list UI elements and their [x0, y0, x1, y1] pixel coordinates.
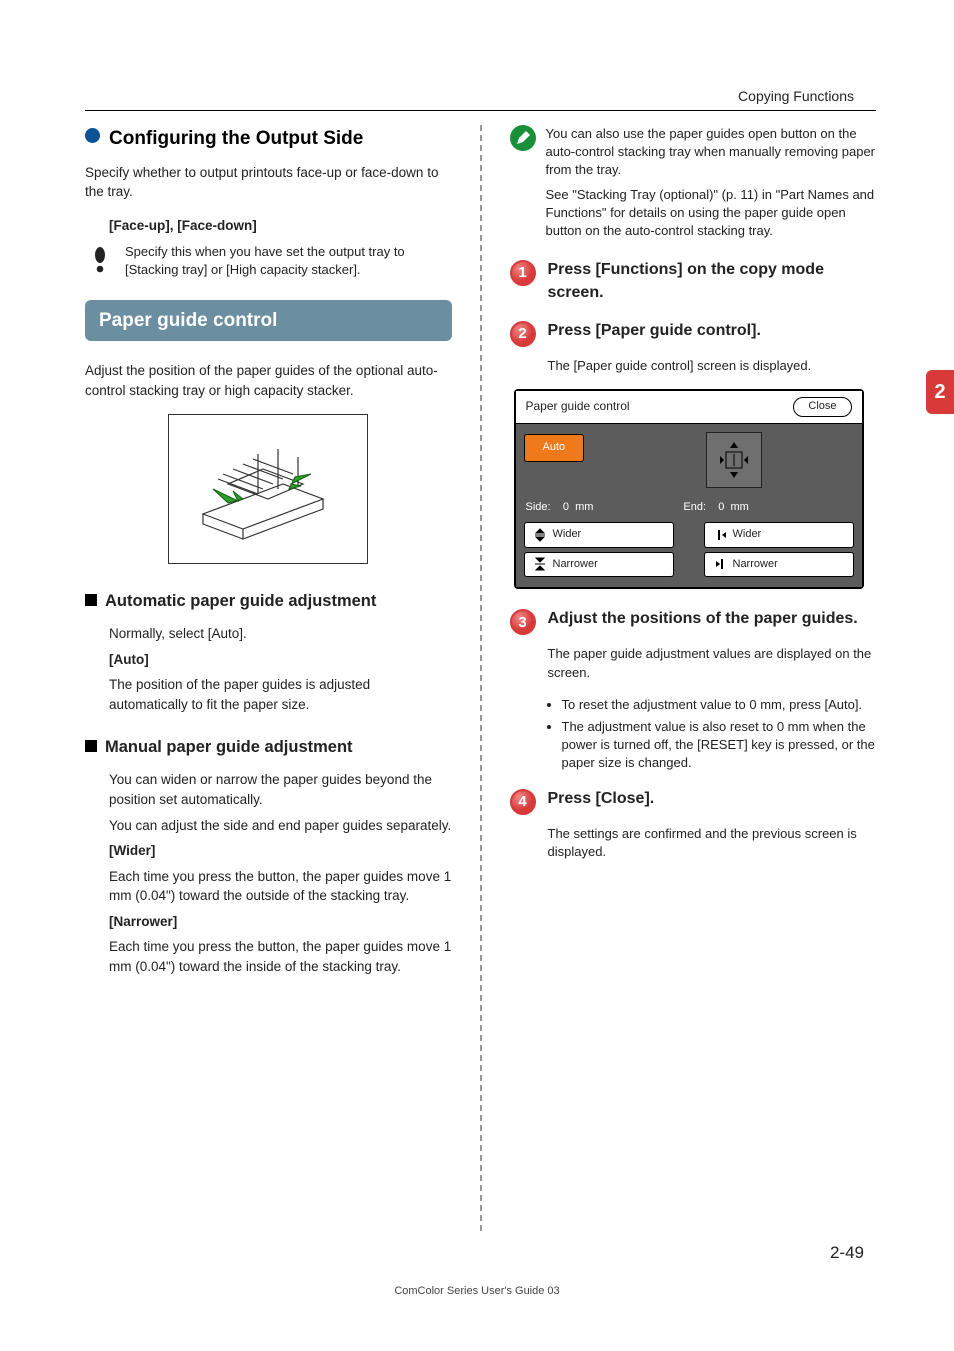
- bullet-2: The adjustment value is also reset to 0 …: [562, 718, 877, 773]
- manual-p1: You can widen or narrow the paper guides…: [109, 770, 452, 809]
- note-text: Specify this when you have set the outpu…: [125, 243, 452, 279]
- screen-title: Paper guide control: [526, 398, 630, 415]
- exclamation-icon: [85, 243, 115, 273]
- footer-text: ComColor Series User's Guide 03: [0, 1285, 954, 1297]
- manual-p2: You can adjust the side and end paper gu…: [109, 816, 452, 836]
- side-wider-button[interactable]: Wider: [524, 522, 674, 548]
- intro-text: Specify whether to output printouts face…: [85, 163, 452, 202]
- end-narrower-button[interactable]: Narrower: [704, 552, 854, 578]
- step-2-title: Press [Paper guide control].: [548, 319, 761, 342]
- square-icon: [85, 594, 97, 606]
- auto-label: [Auto]: [109, 650, 452, 670]
- section-title: Configuring the Output Side: [109, 125, 363, 153]
- step-2-body: The [Paper guide control] screen is disp…: [548, 357, 877, 375]
- step-2: 2 Press [Paper guide control].: [510, 319, 877, 347]
- narrower-label: [Narrower]: [109, 912, 452, 932]
- guide-diagram-icon: [706, 432, 762, 488]
- right-column: You can also use the paper guides open b…: [510, 125, 877, 1231]
- tip-note: You can also use the paper guides open b…: [510, 125, 877, 240]
- step-number-1: 1: [510, 260, 536, 286]
- end-wider-button[interactable]: Wider: [704, 522, 854, 548]
- auto-title: Automatic paper guide adjustment: [105, 590, 376, 614]
- bullet-1: To reset the adjustment value to 0 mm, p…: [562, 696, 877, 714]
- step-3-bullets: To reset the adjustment value to 0 mm, p…: [562, 696, 877, 773]
- manual-body: You can widen or narrow the paper guides…: [109, 770, 452, 976]
- auto-body: Normally, select [Auto]. [Auto] The posi…: [109, 624, 452, 714]
- option-labels: [Face-up], [Face-down]: [109, 216, 452, 236]
- step-3: 3 Adjust the positions of the paper guid…: [510, 607, 877, 635]
- auto-adjust-heading: Automatic paper guide adjustment: [85, 590, 452, 614]
- wider-label: [Wider]: [109, 841, 452, 861]
- section-heading: Configuring the Output Side: [85, 125, 452, 153]
- manual-title: Manual paper guide adjustment: [105, 736, 353, 760]
- tip-text-2: See "Stacking Tray (optional)" (p. 11) i…: [546, 186, 877, 241]
- step-3-title: Adjust the positions of the paper guides…: [548, 607, 858, 630]
- end-readout: End: 0 mm: [683, 500, 748, 516]
- step-4: 4 Press [Close].: [510, 787, 877, 815]
- auto-p2: The position of the paper guides is adju…: [109, 675, 452, 714]
- narrower-text: Each time you press the button, the pape…: [109, 937, 452, 976]
- left-column: Configuring the Output Side Specify whet…: [85, 125, 452, 1231]
- square-icon: [85, 740, 97, 752]
- auto-p1: Normally, select [Auto].: [109, 624, 452, 644]
- step-1: 1 Press [Functions] on the copy mode scr…: [510, 258, 877, 304]
- step-number-2: 2: [510, 321, 536, 347]
- column-divider: [480, 125, 482, 1231]
- step-1-title: Press [Functions] on the copy mode scree…: [548, 258, 877, 304]
- side-narrower-button[interactable]: Narrower: [524, 552, 674, 578]
- step-3-body: The paper guide adjustment values are di…: [548, 645, 877, 681]
- important-note: Specify this when you have set the outpu…: [85, 243, 452, 279]
- side-readout: Side: 0 mm: [526, 500, 594, 516]
- stacker-diagram: [85, 414, 452, 564]
- page-number: 2-49: [830, 1243, 864, 1263]
- subsection-banner: Paper guide control: [85, 300, 452, 342]
- wider-text: Each time you press the button, the pape…: [109, 867, 452, 906]
- step-4-body: The settings are confirmed and the previ…: [548, 825, 877, 861]
- step-4-title: Press [Close].: [548, 787, 655, 810]
- pencil-icon: [510, 125, 536, 151]
- step-number-3: 3: [510, 609, 536, 635]
- header-rule: [85, 110, 876, 111]
- tip-text-1: You can also use the paper guides open b…: [546, 125, 877, 180]
- bullet-icon: [85, 128, 100, 143]
- close-button[interactable]: Close: [793, 397, 851, 417]
- subsection-intro: Adjust the position of the paper guides …: [85, 361, 452, 400]
- step-number-4: 4: [510, 789, 536, 815]
- header-breadcrumb: Copying Functions: [738, 88, 854, 104]
- auto-button[interactable]: Auto: [524, 434, 585, 462]
- manual-adjust-heading: Manual paper guide adjustment: [85, 736, 452, 760]
- paper-guide-screen: Paper guide control Close Auto: [514, 389, 864, 590]
- chapter-tab: 2: [926, 370, 954, 414]
